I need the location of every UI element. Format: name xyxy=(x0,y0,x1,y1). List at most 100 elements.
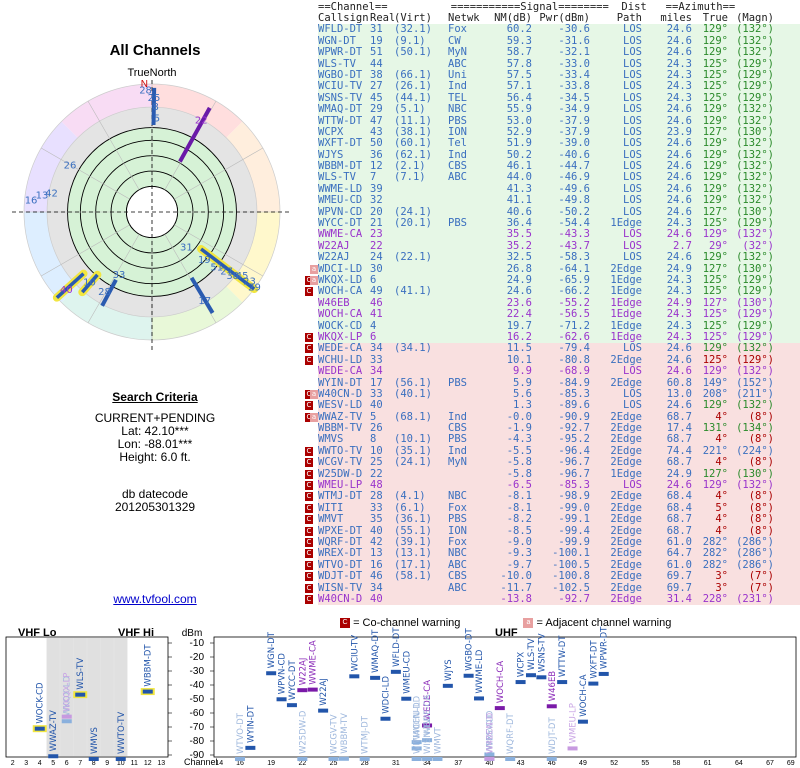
table-row[interactable]: WLS-TV 44 ABC 57.8 -33.0 LOS 24.3 125° (129°) xyxy=(318,58,800,70)
station-label: W22AJ xyxy=(319,678,329,706)
table-cell: WCPX xyxy=(318,126,344,138)
table-row[interactable]: WOCH-CA 41 22.4 -56.5 1Edge 24.3 125° (129°) xyxy=(318,309,800,321)
table-row[interactable]: WCHU-LD 33 10.1 -80.8 2Edge 24.6 125° (129°) C xyxy=(305,354,800,367)
table-row[interactable]: WDJT-DT 46 (58.1) CBS -10.0 -100.8 2Edge 69.7 3°… xyxy=(305,571,800,583)
station-marker xyxy=(598,671,609,676)
station-marker xyxy=(142,689,153,694)
table-row[interactable]: WEDE-CA 34 9.9 -68.9 LOS 24.6 129° (132°) xyxy=(318,366,800,378)
cochannel-warning-icon: C xyxy=(305,481,313,491)
table-cell: -56.5 xyxy=(558,309,590,321)
table-cell: 4° xyxy=(715,525,728,537)
table-cell: 125° xyxy=(702,286,728,298)
table-cell: 17.4 xyxy=(666,423,692,435)
table-row[interactable]: WKQX-LP 6 16.2 -62.6 1Edge 24.3 125° (129°) C xyxy=(305,331,800,344)
cochannel-warning-icon: C xyxy=(305,560,313,570)
table-cell: (41.1) xyxy=(394,286,432,298)
table-row[interactable]: WCGV-TV 25 (24.1) MyN -5.8 -96.7 2Edge 68.7 4° (8… xyxy=(305,457,800,469)
table-row[interactable]: WPVN-CD 20 (24.1) 40.6 -50.2 LOS 24.6 127° (130°… xyxy=(318,206,800,219)
table-row[interactable]: W46EB 46 23.6 -55.2 1Edge 24.9 127° (130°) xyxy=(318,297,800,310)
station-marker xyxy=(474,696,485,701)
table-row[interactable]: WGBO-DT 38 (66.1) Uni 57.5 -33.4 LOS 24.3 125° (1… xyxy=(318,69,800,82)
table-cell: LOS xyxy=(623,229,642,241)
table-row[interactable]: WTVO-DT 16 (17.1) ABC -9.7 -100.5 2Edge 61.0 282… xyxy=(305,559,800,572)
table-row[interactable]: WISN-TV 34 ABC -11.7 -102.5 2Edge 69.7 3° (7°) C xyxy=(305,582,800,594)
table-row[interactable]: WGN-DT 19 (9.1) CW 59.3 -31.6 LOS 24.6 129° (132°… xyxy=(318,35,800,48)
table-row[interactable]: WWAZ-TV 5 (68.1) Ind -0.0 -90.9 2Edge 68.7 4° (8°… xyxy=(305,411,800,424)
table-cell: 4° xyxy=(715,434,728,446)
table-cell: 24.6 xyxy=(666,24,692,36)
table-row[interactable]: W22AJ 22 35.2 -43.7 LOS 2.7 29° (32°) xyxy=(318,240,800,253)
table-row[interactable]: WDCI-LD 30 26.8 -64.1 2Edge 24.9 127° (130°) a xyxy=(310,263,800,275)
table-row[interactable]: WBBM-TV 26 CBS -1.9 -92.7 2Edge 17.4 131° (134°) xyxy=(318,423,800,435)
table-cell: 5 xyxy=(370,411,377,423)
table-row[interactable]: WMEU-LP 48 -6.5 -85.3 LOS 24.6 129° (132°) C xyxy=(305,480,800,492)
station-marker xyxy=(432,757,443,761)
table-cell: 125° xyxy=(702,320,728,332)
table-cell: -13.8 xyxy=(500,593,532,605)
station-marker xyxy=(505,757,516,761)
table-row[interactable]: WEDE-CA 34 (34.1) 11.5 -79.4 LOS 24.6 129° (132°… xyxy=(305,343,800,355)
table-row[interactable]: WBBM-DT 12 (2.1) CBS 46.1 -44.7 LOS 24.6 129° (13… xyxy=(318,161,800,173)
table-row[interactable]: WMAQ-DT 29 (5.1) NBC 55.9 -34.9 LOS 24.6 129° (13… xyxy=(318,104,800,116)
table-row[interactable]: W40CN-D 40 -13.8 -92.7 2Edge 31.4 228° (231°) C xyxy=(305,593,800,606)
station-marker xyxy=(422,757,433,761)
table-row[interactable]: WMVS 8 (10.1) PBS -4.3 -95.2 2Edge 68.7 4° (8°) xyxy=(318,434,800,446)
table-row[interactable]: WKQX-LD 6 24.9 -65.9 1Edge 24.3 125° (129°) Ca xyxy=(305,274,800,287)
table-cell: -96.7 xyxy=(558,468,590,480)
table-row[interactable]: WESV-LD 40 1.3 -89.6 LOS 24.6 129° (132°) C xyxy=(305,400,800,412)
table-row[interactable]: W40CN-D 33 (40.1) 5.6 -85.3 LOS 13.0 208° (211°)… xyxy=(305,388,800,401)
table-row[interactable]: WPXE-DT 40 (55.1) ION -8.5 -99.4 2Edge 68.7 4° (8… xyxy=(305,525,800,537)
x-tick-label: 28 xyxy=(361,760,369,767)
table-row[interactable]: WTTW-DT 47 (11.1) PBS 53.0 -37.9 LOS 24.6 129° (1… xyxy=(318,115,800,127)
cochannel-warning-icon: C xyxy=(305,332,313,342)
table-cell: (24.1) xyxy=(394,457,432,469)
table-row[interactable]: WYCC-DT 21 (20.1) PBS 36.4 -54.4 1Edge 24.3 125°… xyxy=(318,218,800,230)
table-row[interactable]: WPWR-DT 51 (50.1) MyN 58.7 -32.1 LOS 24.6 129° (1… xyxy=(318,47,800,59)
table-row[interactable]: WWTO-TV 10 (35.1) Ind -5.5 -96.4 2Edge 74.4 221°… xyxy=(305,445,800,458)
table-row[interactable]: WWME-CA 23 35.5 -43.3 LOS 24.6 129° (132°) xyxy=(318,229,800,241)
table-cell: 125° xyxy=(702,92,728,104)
table-cell: (66.1) xyxy=(394,69,432,81)
table-row[interactable]: WJYS 36 (62.1) Ind 50.2 -40.6 LOS 24.6 129° (132°… xyxy=(318,149,800,162)
table-row[interactable]: WTMJ-DT 28 (4.1) NBC -8.1 -98.9 2Edge 68.4 4° (8°… xyxy=(305,491,800,503)
table-row[interactable]: WREX-DT 13 (13.1) NBC -9.3 -100.1 2Edge 64.7 282… xyxy=(305,548,800,560)
station-marker xyxy=(318,708,329,713)
table-row[interactable]: WWME-LD 39 41.3 -49.6 LOS 24.6 129° (132°) xyxy=(318,183,800,196)
table-cell: 26.8 xyxy=(506,263,532,275)
table-cell: LOS xyxy=(623,149,642,161)
table-row[interactable]: WOCH-CA 49 (41.1) 24.6 -66.2 1Edge 24.3 125° (12… xyxy=(305,286,800,298)
table-cell: (39.1) xyxy=(394,536,432,548)
table-row[interactable]: WMEU-CD 32 41.1 -49.8 LOS 24.6 129° (132°) xyxy=(318,195,800,207)
tvfool-link[interactable]: www.tvfool.com xyxy=(0,592,310,606)
table-row[interactable]: WFLD-DT 31 (32.1) Fox 60.2 -30.6 LOS 24.6 129° (1… xyxy=(318,24,800,36)
table-row[interactable]: W22AJ 24 (22.1) 32.5 -58.3 LOS 24.6 129° (132°) xyxy=(318,252,800,264)
table-cell: WMVT xyxy=(318,514,344,526)
table-row[interactable]: WCPX 43 (38.1) ION 52.9 -37.9 LOS 23.9 127° (130°… xyxy=(318,126,800,139)
radar-channel-label: 10 xyxy=(83,277,96,288)
table-cell: -34.5 xyxy=(558,92,590,104)
table-row[interactable]: WCIU-TV 27 (26.1) Ind 57.1 -33.8 LOS 24.3 125° (1… xyxy=(318,81,800,93)
table-row[interactable]: WLS-TV 7 (7.1) ABC 44.0 -46.9 LOS 24.6 129° (132°… xyxy=(318,172,800,184)
table-cell: 20 xyxy=(370,206,383,218)
table-row[interactable]: WQRF-DT 42 (39.1) Fox -9.0 -99.9 2Edge 61.0 282°… xyxy=(305,536,800,549)
table-row[interactable]: WITI 33 (6.1) Fox -8.1 -99.0 2Edge 68.4 5° (8°) C xyxy=(305,502,800,515)
table-header-cell: miles xyxy=(660,13,692,24)
table-row[interactable]: WYIN-DT 17 (56.1) PBS 5.9 -84.9 2Edge 60.8 149° (… xyxy=(318,377,800,389)
table-cell: 129° xyxy=(702,366,728,378)
table-cell: PBS xyxy=(448,434,467,446)
table-cell: 24 xyxy=(370,252,383,264)
table-cell: (62.1) xyxy=(394,149,432,161)
table-cell: -71.2 xyxy=(558,320,590,332)
table-row[interactable]: WMVT 35 (36.1) PBS -8.2 -99.1 2Edge 68.7 4° (8°) C xyxy=(305,514,800,526)
table-cell: 68.4 xyxy=(666,491,692,503)
table-row[interactable]: WXFT-DT 50 (60.1) Tel 51.9 -39.0 LOS 24.6 129° (1… xyxy=(318,138,800,150)
cochannel-warning-icon: C xyxy=(305,401,313,411)
table-cell: 2Edge xyxy=(610,593,642,605)
table-row[interactable]: WSNS-TV 45 (44.1) TEL 56.4 -34.5 LOS 24.3 125° (1… xyxy=(318,92,800,105)
table-cell: 125° xyxy=(702,218,728,230)
table-cell: 35.2 xyxy=(506,240,532,252)
table-cell: 13 xyxy=(370,548,383,560)
table-row[interactable]: WOCK-CD 4 19.7 -71.2 1Edge 24.3 125° (129°) xyxy=(318,320,800,332)
table-row[interactable]: W25DW-D 22 -5.8 -96.7 1Edge 24.9 127° (130°) C xyxy=(305,468,800,481)
table-cell: 69.7 xyxy=(666,571,692,583)
